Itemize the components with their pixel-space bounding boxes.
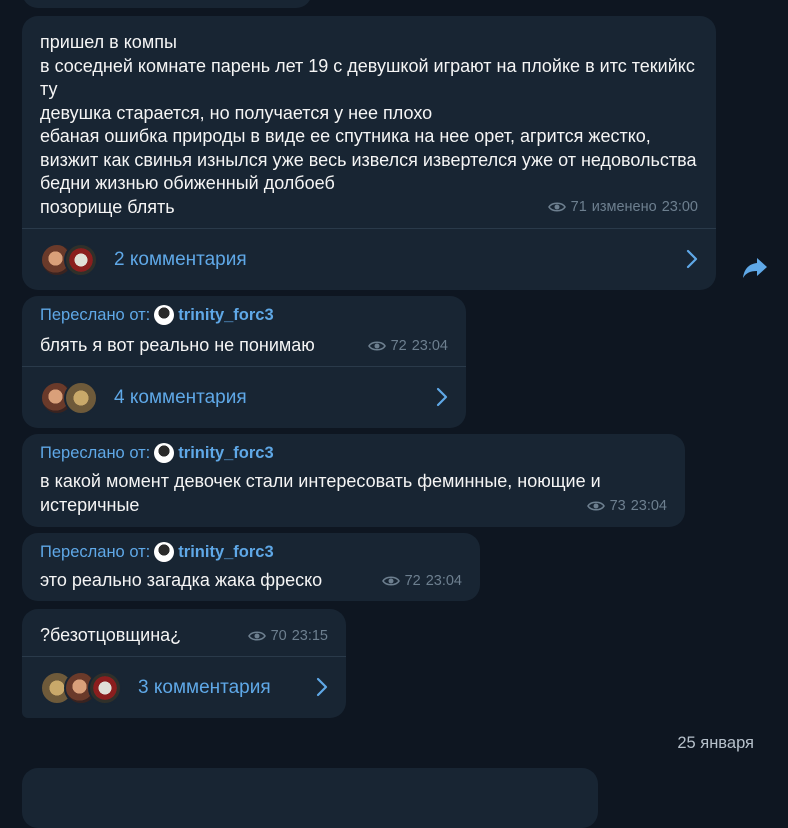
eye-icon — [367, 341, 386, 351]
share-icon[interactable] — [740, 252, 770, 282]
message-text: пришел в компы в соседней комнате парень… — [40, 32, 697, 217]
message-text: блять я вот реально не понимаю — [40, 335, 315, 355]
forwarded-header: Переслано от: trinity_forc3 — [40, 305, 274, 325]
message-time: 23:04 — [411, 338, 448, 354]
message-meta: 73 23:04 — [586, 498, 667, 514]
forwarded-from-link[interactable]: trinity_forc3 — [178, 543, 273, 562]
commenter-avatars — [40, 242, 98, 277]
views-count: 72 — [404, 573, 421, 589]
message-text: в какой момент девочек стали интересоват… — [40, 471, 606, 515]
eye-icon — [247, 631, 266, 641]
message-bubble[interactable]: Переслано от: trinity_forc3 это реально … — [22, 533, 480, 601]
chevron-right-icon — [686, 249, 698, 269]
avatar — [154, 443, 175, 463]
forwarded-from-link[interactable]: trinity_forc3 — [178, 444, 273, 463]
comments-count: 3 комментария — [138, 676, 271, 698]
partial-message-top — [22, 0, 312, 8]
avatar — [88, 670, 122, 705]
message-bubble[interactable]: Переслано от: trinity_forc3 блять я вот … — [22, 296, 466, 428]
message-time: 23:15 — [291, 628, 328, 644]
forwarded-header: Переслано от: trinity_forc3 — [40, 443, 274, 463]
comments-button[interactable]: 4 комментария — [22, 367, 466, 428]
message-bubble[interactable]: ?безотцовщина¿ 70 23:15 3 комментария — [22, 609, 346, 718]
message-text: ?безотцовщина¿ — [40, 625, 182, 645]
views-count: 70 — [270, 628, 287, 644]
message-meta: 70 23:15 — [247, 628, 328, 644]
avatar — [64, 242, 98, 277]
avatar — [154, 305, 175, 325]
message-time: 23:04 — [425, 573, 462, 589]
comments-button[interactable]: 2 комментария — [22, 229, 716, 290]
message-meta: 72 23:04 — [367, 338, 448, 354]
forwarded-header: Переслано от: trinity_forc3 — [40, 542, 274, 562]
eye-icon — [547, 202, 566, 212]
forwarded-label: Переслано от: — [40, 305, 151, 324]
date-separator: 25 января — [677, 734, 754, 752]
avatar — [154, 542, 175, 562]
commenter-avatars — [40, 670, 122, 705]
message-meta: 71 изменено 23:00 — [547, 199, 698, 215]
forwarded-label: Переслано от: — [40, 443, 151, 462]
commenter-avatars — [40, 380, 98, 415]
message-bubble[interactable]: пришел в компы в соседней комнате парень… — [22, 16, 716, 290]
eye-icon — [586, 501, 605, 511]
partial-message-bottom — [22, 768, 598, 828]
message-meta: 72 23:04 — [381, 573, 462, 589]
views-count: 73 — [609, 498, 626, 514]
views-count: 72 — [390, 338, 407, 354]
edited-label: изменено — [591, 199, 657, 215]
views-count: 71 — [570, 199, 587, 215]
comments-button[interactable]: 3 комментария — [22, 657, 346, 718]
forwarded-from-link[interactable]: trinity_forc3 — [178, 306, 273, 325]
message-text: это реально загадка жака фреско — [40, 570, 323, 590]
avatar — [64, 380, 98, 415]
comments-count: 2 комментария — [114, 248, 247, 270]
chevron-right-icon — [436, 387, 448, 407]
message-time: 23:04 — [630, 498, 667, 514]
message-time: 23:00 — [661, 199, 698, 215]
eye-icon — [381, 576, 400, 586]
forwarded-label: Переслано от: — [40, 542, 151, 561]
message-bubble[interactable]: Переслано от: trinity_forc3 в какой моме… — [22, 434, 685, 527]
chevron-right-icon — [316, 677, 328, 697]
comments-count: 4 комментария — [114, 386, 247, 408]
